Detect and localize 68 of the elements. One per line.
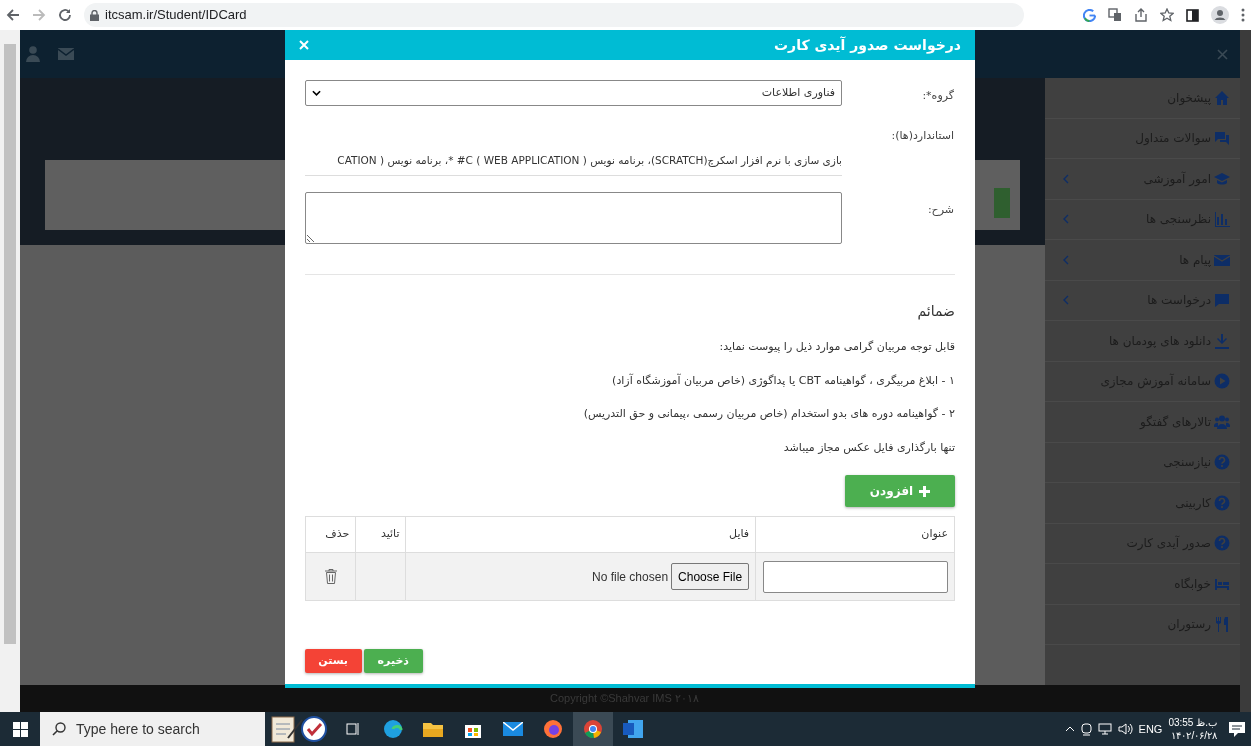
field-label: شرح:: [926, 202, 955, 218]
note-text: قابل توجه مربیان گرامی موارد ذیل را پیوست نماید:: [718, 339, 955, 355]
trash-icon[interactable]: [324, 568, 337, 584]
textarea-field[interactable]: [305, 192, 842, 244]
google-logo-icon[interactable]: [1083, 8, 1096, 22]
column-header: تائید: [355, 516, 406, 553]
translate-icon[interactable]: [1108, 8, 1122, 22]
button-fragment: [994, 188, 1010, 218]
field-label: گروه*:: [921, 88, 955, 104]
choose-file-button[interactable]: Choose File: [671, 563, 750, 590]
people-icon: [1214, 413, 1230, 430]
url-text[interactable]: itcsam.ir/Student/IDCard: [105, 5, 247, 25]
share-icon[interactable]: [1134, 8, 1148, 22]
reload-icon[interactable]: [58, 8, 72, 22]
play-circle-icon: [1214, 373, 1230, 390]
modal-title: درخواست صدور آیدی کارت: [774, 35, 961, 56]
fork-knife-icon: [1214, 616, 1230, 633]
clock-date[interactable]: ۱۴۰۲/۰۶/۲۸: [1171, 729, 1217, 742]
section-heading: ضمائم: [916, 302, 955, 322]
text-field[interactable]: بازی سازی با نرم افزار اسکرچ(SCRATCH)، برنامه نویس ( WEB APPLICATION ) C# *، برنامه نویس ( CATION: [305, 146, 842, 176]
select-field[interactable]: فناوری اطلاعات: [305, 80, 842, 106]
side-panel-icon[interactable]: [1186, 8, 1199, 22]
clipboard-drawing: [268, 714, 330, 744]
bar-chart-icon: [1214, 211, 1230, 228]
column-header: فایل: [406, 516, 756, 553]
profile-avatar-icon[interactable]: [1211, 6, 1229, 24]
add-button[interactable]: افزودن: [845, 475, 955, 507]
chrome-browser-icon[interactable]: [583, 719, 603, 739]
task-view-icon[interactable]: [346, 722, 360, 736]
note-text: تنها بارگذاری فایل عکس مجاز میباشد: [782, 439, 955, 456]
back-arrow-icon[interactable]: [6, 8, 20, 22]
chat-bubbles-icon: [1214, 130, 1230, 147]
caret-up-icon[interactable]: [1064, 726, 1075, 732]
edge-browser-icon[interactable]: [383, 719, 403, 739]
scrollbar-thumb[interactable]: [4, 44, 16, 644]
dialog-button[interactable]: ذخیره: [364, 649, 423, 673]
question-circle-icon: [1214, 454, 1230, 471]
language-indicator[interactable]: ENG: [1138, 720, 1163, 738]
notification-icon[interactable]: [1229, 721, 1245, 737]
clock-time[interactable]: 03:55 ب.ظ: [1168, 716, 1217, 729]
windows-logo-icon[interactable]: [12, 721, 28, 737]
plus-icon: [919, 485, 931, 497]
column-header: عنوان: [755, 516, 955, 553]
dialog-button[interactable]: بستن: [305, 649, 362, 673]
question-circle-icon: [1214, 494, 1230, 511]
note-text: ۲ - گواهینامه دوره های بدو استخدام (خاص مربیان رسمی ،پیمانی و حق التدریس): [582, 406, 955, 422]
lock-icon: [90, 9, 99, 21]
dropdown-caret-icon: [312, 90, 321, 96]
mail-icon[interactable]: [503, 722, 523, 736]
speech-bubble-icon: [1214, 292, 1230, 309]
title-input-field[interactable]: [763, 560, 948, 593]
webcam-icon[interactable]: [1080, 722, 1092, 736]
download-icon: [1214, 332, 1230, 349]
network-icon[interactable]: [1097, 723, 1112, 735]
speaker-icon[interactable]: [1117, 723, 1133, 735]
taskbar-search-field[interactable]: Type here to search: [40, 712, 265, 746]
note-text: ۱ - ابلاغ مربیگری ، گواهینامه CBT یا پداگوژی (خاص مربیان آموزشگاه آزاد): [611, 372, 955, 389]
graduation-cap-icon: [1214, 170, 1230, 187]
field-label: استاندارد(ها):: [890, 128, 955, 144]
question-circle-icon: [1214, 535, 1230, 552]
home-icon: [1214, 89, 1230, 106]
document-app-icon[interactable]: [623, 720, 643, 738]
firefox-browser-icon[interactable]: [543, 719, 563, 739]
column-header: حذف: [305, 516, 356, 553]
folder-icon[interactable]: [423, 721, 443, 737]
file-status-text: No file chosen: [592, 568, 669, 586]
more-menu-icon[interactable]: [1241, 8, 1245, 22]
star-icon[interactable]: [1160, 8, 1174, 22]
